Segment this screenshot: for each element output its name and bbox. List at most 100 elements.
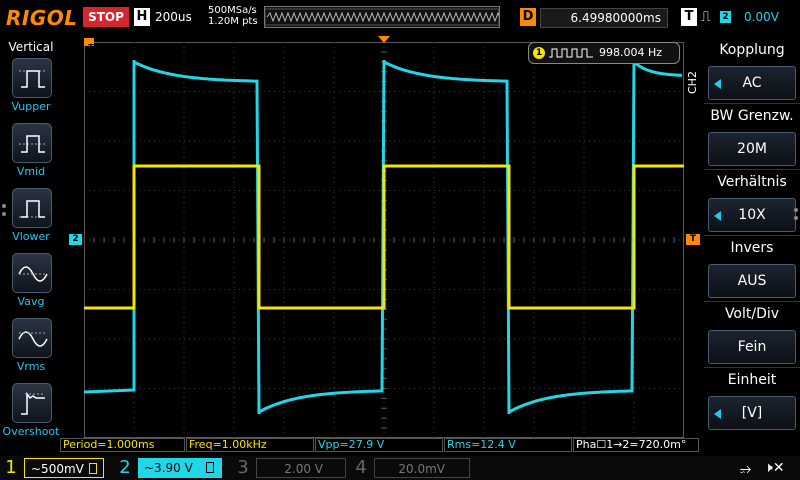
invert-toggle[interactable]: AUS (708, 264, 796, 298)
divider (704, 235, 800, 236)
ch3-scale: 2.00 V (284, 462, 323, 476)
ch1-waveform (84, 164, 684, 310)
ch1-scale-box[interactable]: ~500mV (24, 458, 104, 478)
ch4-scale: 20.0mV (398, 462, 445, 476)
memory-overview-wave-icon (264, 8, 502, 26)
volts-div-toggle[interactable]: Fein (708, 330, 796, 364)
trigger-center-marker (378, 36, 390, 43)
invert-title: Invers (730, 240, 774, 256)
page-dot-icon (794, 208, 798, 212)
unit-value: [V] (741, 405, 763, 421)
rising-edge-icon: ⎍ (701, 9, 711, 25)
sampling-info: 500MSa/s 1.20M pts (208, 5, 258, 27)
selected-channel-indicator (120, 458, 140, 478)
waveform-display[interactable] (84, 42, 684, 438)
frequency-counter: 1 998.004 Hz (528, 42, 680, 64)
divider (704, 103, 800, 104)
ch2-ground-marker[interactable]: 2 (69, 234, 82, 245)
memory-depth: 1.20M pts (208, 16, 258, 27)
right-channel-menu: Kopplung AC BW Grenzw. 20M Verhältnis 10… (704, 36, 800, 440)
left-measurement-menu: Vertical Vupper Vmid Vlower Vavg Vrms Ov… (0, 36, 62, 440)
bandwidth-limit-select[interactable]: 20M (708, 132, 796, 166)
counter-channel-badge: 1 (533, 47, 545, 59)
channel-tag: CH2 (686, 71, 699, 95)
ch4-number[interactable]: 4 (350, 456, 372, 480)
ch1-number[interactable]: 1 (0, 456, 22, 480)
probe-ratio-arrow-icon (714, 211, 721, 221)
trigger-time-marker-label: T (88, 43, 94, 52)
ch1-bw-limit-icon (89, 463, 97, 474)
trigger-label: T (681, 8, 697, 26)
ch3-scale-box[interactable]: 2.00 V (256, 458, 346, 478)
coupling-select[interactable]: AC (708, 66, 796, 100)
timebase-value[interactable]: 200us (155, 10, 192, 24)
page-dot-icon (2, 204, 6, 208)
probe-ratio-select[interactable]: 10X (708, 198, 796, 232)
run-stop-indicator[interactable]: STOP (83, 7, 129, 27)
timebase-label: H (134, 8, 150, 26)
counter-value: 998.004 Hz (599, 46, 663, 59)
bandwidth-limit-value: 20M (737, 141, 767, 157)
coupling-title: Kopplung (719, 42, 785, 58)
vupper-button[interactable] (12, 58, 52, 98)
vlower-button[interactable] (12, 188, 52, 228)
ch2-scale: ~3.90 V (144, 461, 193, 475)
trigger-source-badge: 2 (720, 11, 731, 23)
ch3-number[interactable]: 3 (232, 456, 254, 480)
vupper-icon (19, 70, 47, 88)
channel-status-bar: 1 ~500mV 2 ~3.90 V 3 2.00 V 4 20.0mV ⭌ 🕨… (0, 456, 800, 480)
vmid-label: Vmid (16, 165, 46, 178)
measurement-period[interactable]: Period=1.000ms (60, 438, 185, 452)
overshoot-icon (21, 391, 45, 415)
measurement-vpp[interactable]: Vpp=27.9 V (315, 438, 443, 452)
ch4-scale-box[interactable]: 20.0mV (374, 458, 470, 478)
vavg-button[interactable] (12, 253, 52, 293)
probe-ratio-title: Verhältnis (717, 174, 787, 190)
measurement-rms[interactable]: Rms=12.4 V (444, 438, 572, 452)
usb-icon: ⭌ (740, 461, 752, 477)
overshoot-label: Overshoot (2, 425, 60, 438)
vavg-icon (18, 266, 48, 282)
measurement-bar: Period=1.000ms Freq=1.00kHz Vpp=27.9 V R… (60, 438, 700, 454)
volts-div-value: Fein (737, 339, 767, 355)
vupper-label: Vupper (11, 100, 51, 113)
vmid-button[interactable] (12, 123, 52, 163)
delay-label: D (520, 8, 536, 26)
page-dot-icon (2, 212, 6, 216)
trigger-level-value[interactable]: 0.00V (744, 10, 779, 24)
brand-logo: RIGOL (6, 6, 78, 30)
coupling-value: AC (742, 75, 762, 91)
coupling-arrow-icon (714, 79, 721, 89)
vrms-button[interactable] (12, 318, 52, 358)
top-status-bar: RIGOL STOP H 200us 500MSa/s 1.20M pts D … (0, 0, 800, 36)
overshoot-button[interactable] (12, 383, 52, 423)
probe-ratio-value: 10X (738, 207, 766, 223)
invert-value: AUS (737, 273, 767, 289)
sample-rate: 500MSa/s (208, 5, 257, 16)
vrms-label: Vrms (16, 360, 46, 373)
bandwidth-limit-title: BW Grenzw. (710, 108, 794, 124)
measurement-frequency[interactable]: Freq=1.00kHz (186, 438, 314, 452)
trigger-level-marker[interactable]: T (686, 234, 700, 245)
square-wave-icon (549, 48, 593, 58)
waveform-traces (84, 59, 684, 415)
unit-select[interactable]: [V] (708, 396, 796, 430)
page-dot-icon (794, 216, 798, 220)
menu-title: Vertical (8, 40, 54, 54)
vrms-icon (18, 331, 48, 347)
horizontal-delay-value[interactable]: 6.49980000ms (540, 8, 668, 28)
ch2-scale-box[interactable]: ~3.90 V (138, 458, 222, 478)
unit-arrow-icon (714, 409, 721, 419)
vmid-icon (19, 135, 47, 153)
volts-div-title: Volt/Div (724, 306, 780, 322)
vavg-label: Vavg (17, 295, 45, 308)
divider (704, 169, 800, 170)
vlower-icon (19, 200, 47, 218)
waveform-memory-overview[interactable] (264, 6, 502, 28)
divider (704, 367, 800, 368)
speaker-muted-icon[interactable]: 🕨✕ (764, 460, 785, 476)
divider (704, 301, 800, 302)
ch2-bw-limit-icon (206, 462, 214, 473)
measurement-phase[interactable]: Pha☐1→2=720.0m° (573, 438, 699, 452)
vlower-label: Vlower (12, 230, 50, 243)
